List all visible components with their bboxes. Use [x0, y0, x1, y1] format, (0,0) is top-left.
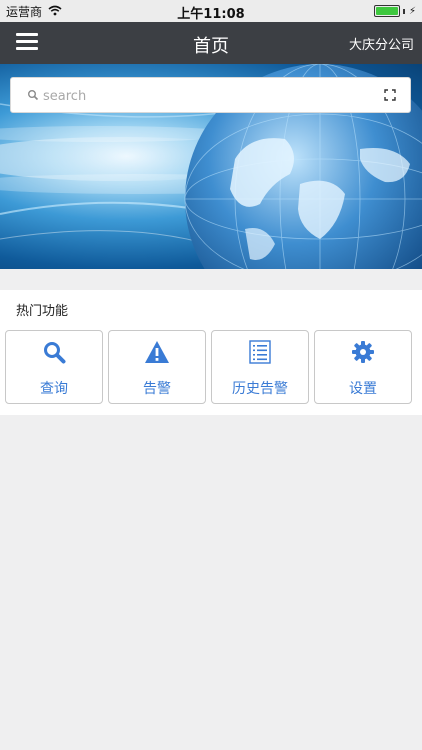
query-label: 查询: [40, 381, 68, 397]
status-time: 上午11:08: [177, 7, 245, 22]
status-right: ⚡: [373, 5, 416, 17]
search-input[interactable]: [43, 84, 373, 108]
warning-icon: [109, 340, 205, 364]
settings-button[interactable]: 设置: [314, 330, 412, 404]
query-button[interactable]: 查询: [5, 330, 103, 404]
charging-icon: ⚡: [408, 5, 416, 17]
gear-icon: [315, 340, 411, 364]
battery-icon: [373, 5, 400, 17]
history-alarm-button[interactable]: 历史告警: [211, 330, 309, 404]
scan-icon[interactable]: [384, 89, 396, 101]
status-bar: 运营商 上午11:08 ⚡: [0, 0, 422, 22]
nav-bar: 首页 大庆分公司: [0, 22, 422, 64]
alarm-button[interactable]: 告警: [108, 330, 206, 404]
history-alarm-label: 历史告警: [232, 381, 288, 397]
list-icon: [212, 340, 308, 364]
battery-tip: [402, 8, 405, 14]
hot-functions-section: 热门功能 查询 告警 历史告警 设置: [0, 290, 422, 415]
search-icon: [28, 90, 39, 101]
search-icon: [6, 340, 102, 364]
section-title: 热门功能: [16, 304, 69, 319]
company-selector-button[interactable]: 大庆分公司: [349, 34, 414, 53]
function-grid: 查询 告警 历史告警 设置: [5, 330, 417, 405]
battery-fill: [375, 7, 398, 15]
settings-label: 设置: [349, 381, 377, 397]
search-bar: [10, 77, 411, 113]
alarm-label: 告警: [143, 381, 171, 397]
